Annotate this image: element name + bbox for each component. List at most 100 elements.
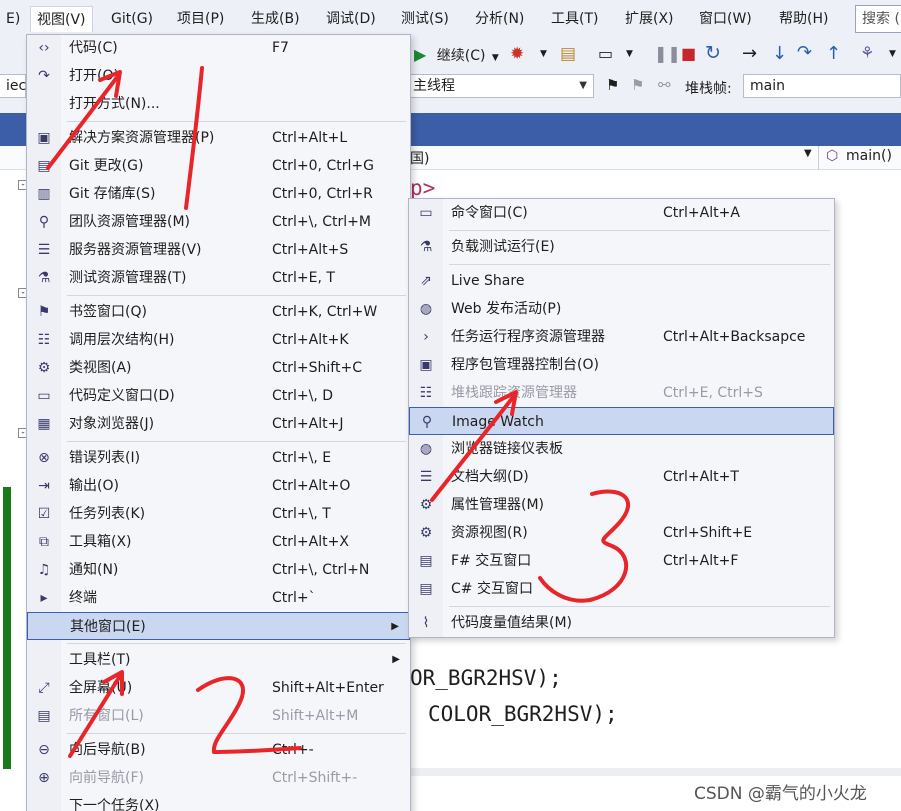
menu-item[interactable]: ▭ 命令窗口(C) Ctrl+Alt+A xyxy=(409,199,834,227)
menu-11[interactable]: 帮助(H) xyxy=(773,6,834,32)
menu-item[interactable]: ⊖ 向后导航(B) Ctrl+- xyxy=(27,736,410,764)
menu-item[interactable]: › 任务运行程序资源管理器 Ctrl+Alt+Backsapce xyxy=(409,323,834,351)
flag-icon[interactable]: ⚑ xyxy=(606,76,619,94)
menu-9[interactable]: 扩展(X) xyxy=(619,6,680,32)
horizontal-scrollbar[interactable] xyxy=(410,768,901,776)
search-box[interactable]: 搜索 ( xyxy=(855,5,901,33)
menu-item[interactable]: ⚗ 负载测试运行(E) xyxy=(409,233,834,261)
code-line: OR_BGR2HSV); xyxy=(410,666,562,690)
nav-function-combo[interactable]: main() xyxy=(846,148,892,164)
call-hierarchy-icon: ☷ xyxy=(37,332,51,348)
code-line: p> xyxy=(410,176,436,200)
pause-icon[interactable]: ❚❚ xyxy=(654,44,681,63)
menu-item[interactable]: ⌇ 代码度量值结果(M) xyxy=(409,609,834,637)
menu-1[interactable]: 视图(V) xyxy=(30,6,93,32)
menu-item-shortcut: Ctrl+\, D xyxy=(272,388,334,404)
stackframe-combo[interactable]: main xyxy=(743,74,901,98)
menu-item[interactable]: ♫ 通知(N) Ctrl+\, Ctrl+N xyxy=(27,556,410,584)
menu-item[interactable]: ◍ 浏览器链接仪表板 xyxy=(409,435,834,463)
layout-dropdown-icon[interactable]: ▼ xyxy=(626,49,633,59)
menu-item-label: 代码定义窗口(D) xyxy=(69,388,175,404)
continue-button[interactable]: ▶ 继续(C) ▼ xyxy=(414,45,499,65)
menu-item[interactable]: ⚲ Image Watch xyxy=(409,407,834,435)
menu-item[interactable]: ▤ 所有窗口(L) Shift+Alt+M xyxy=(27,702,410,730)
menu-item-label: 打开方式(N)... xyxy=(69,96,160,112)
toolbar-overflow-icon[interactable]: ▼ xyxy=(889,49,896,59)
command-window-icon: ▭ xyxy=(419,205,433,221)
menu-item[interactable]: ▤ F# 交互窗口 Ctrl+Alt+F xyxy=(409,547,834,575)
code-map-icon[interactable]: ⚘ xyxy=(860,43,874,62)
object-browser-icon: ▦ xyxy=(37,416,51,432)
code-definition-icon: ▭ xyxy=(37,388,51,404)
step-out-icon[interactable]: ↑ xyxy=(826,43,841,64)
fullscreen-icon: ⤢ xyxy=(38,680,50,696)
menu-item-shortcut: Ctrl+\, Ctrl+N xyxy=(272,562,370,578)
hot-reload-icon[interactable]: ✹ xyxy=(510,44,524,64)
menu-item[interactable]: ▭ 代码定义窗口(D) Ctrl+\, D xyxy=(27,382,410,410)
menu-item-label: 服务器资源管理器(V) xyxy=(69,242,202,258)
menu-item[interactable]: ↷ 打开(O) xyxy=(27,62,410,90)
menu-10[interactable]: 窗口(W) xyxy=(693,6,758,32)
menu-item[interactable]: 其他窗口(E) ▶ xyxy=(27,612,410,640)
menu-item[interactable]: ☰ 文档大纲(D) Ctrl+Alt+T xyxy=(409,463,834,491)
menu-item[interactable]: ⇗ Live Share xyxy=(409,267,834,295)
stop-icon[interactable]: ■ xyxy=(681,44,696,63)
menu-item[interactable]: 打开方式(N)... xyxy=(27,90,410,118)
hot-reload-dropdown-icon[interactable]: ▼ xyxy=(540,49,547,59)
menu-item[interactable]: ▤ C# 交互窗口 xyxy=(409,575,834,603)
menu-2[interactable]: Git(G) xyxy=(105,6,159,32)
live-share-icon: ⇗ xyxy=(420,273,432,289)
menu-item[interactable]: ◍ Web 发布活动(P) xyxy=(409,295,834,323)
task-runner-icon: › xyxy=(423,329,429,345)
menu-7[interactable]: 分析(N) xyxy=(469,6,530,32)
menu-item[interactable]: ⊗ 错误列表(I) Ctrl+\, E xyxy=(27,444,410,472)
menu-6[interactable]: 测试(S) xyxy=(395,6,455,32)
menu-3[interactable]: 项目(P) xyxy=(171,6,230,32)
menu-item[interactable]: ‹› 代码(C) F7 xyxy=(27,34,410,62)
flag-threads-icon[interactable]: ⚑ xyxy=(631,76,644,94)
menu-item[interactable]: 工具栏(T) ▶ xyxy=(27,646,410,674)
document-outline-icon: ☰ xyxy=(419,469,433,485)
menu-0[interactable]: E) xyxy=(0,6,26,32)
menu-item[interactable]: ⊕ 向前导航(F) Ctrl+Shift+- xyxy=(27,764,410,792)
menu-item[interactable]: ▦ 对象浏览器(J) Ctrl+Alt+J xyxy=(27,410,410,438)
menu-item[interactable]: ☷ 堆栈跟踪资源管理器 Ctrl+E, Ctrl+S xyxy=(409,379,834,407)
step-over-icon[interactable]: ↷ xyxy=(797,42,812,63)
menu-item[interactable]: ▣ 解决方案资源管理器(P) Ctrl+Alt+L xyxy=(27,124,410,152)
menu-item[interactable]: ⇥ 输出(O) Ctrl+Alt+O xyxy=(27,472,410,500)
menu-item[interactable]: ⚙ 属性管理器(M) xyxy=(409,491,834,519)
menu-item[interactable]: 下一个任务(X) xyxy=(27,792,410,811)
menu-item[interactable]: ☑ 任务列表(K) Ctrl+\, T xyxy=(27,500,410,528)
menu-item[interactable]: ☰ 服务器资源管理器(V) Ctrl+Alt+S xyxy=(27,236,410,264)
menu-5[interactable]: 调试(D) xyxy=(320,6,382,32)
chevron-down-icon[interactable]: ▼ xyxy=(804,148,812,159)
folder-icon[interactable]: ▤ xyxy=(560,44,576,64)
restart-icon[interactable]: ↻ xyxy=(705,42,721,64)
filter-icon[interactable]: ⚯ xyxy=(658,76,671,94)
menu-item[interactable]: ⚙ 资源视图(R) Ctrl+Shift+E xyxy=(409,519,834,547)
thread-combo[interactable]: 主线程 ▼ xyxy=(406,74,594,98)
menu-item[interactable]: ⤢ 全屏幕(U) Shift+Alt+Enter xyxy=(27,674,410,702)
menu-item[interactable]: ▤ Git 更改(G) Ctrl+0, Ctrl+G xyxy=(27,152,410,180)
load-test-icon: ⚗ xyxy=(419,239,433,255)
window-layout-icon[interactable]: ▭ xyxy=(598,44,613,63)
step-into-icon[interactable]: ↓ xyxy=(772,43,787,64)
menu-item[interactable]: ⚗ 测试资源管理器(T) Ctrl+E, T xyxy=(27,264,410,292)
menu-item-label: 错误列表(I) xyxy=(69,450,141,466)
show-next-statement-icon[interactable]: → xyxy=(742,43,757,64)
menu-item[interactable]: ⚑ 书签窗口(Q) Ctrl+K, Ctrl+W xyxy=(27,298,410,326)
menu-item-label: 终端 xyxy=(69,590,97,606)
menu-item[interactable]: ☷ 调用层次结构(H) Ctrl+Alt+K xyxy=(27,326,410,354)
menu-separator xyxy=(449,606,830,607)
menu-item[interactable]: ▸ 终端 Ctrl+` xyxy=(27,584,410,612)
menu-item-shortcut: Ctrl+E, T xyxy=(272,270,335,286)
menu-item[interactable]: ⚙ 类视图(A) Ctrl+Shift+C xyxy=(27,354,410,382)
menu-item[interactable]: ⚲ 团队资源管理器(M) Ctrl+\, Ctrl+M xyxy=(27,208,410,236)
menu-item-label: Live Share xyxy=(451,273,525,289)
project-combo[interactable]: iect xyxy=(0,74,32,98)
menu-8[interactable]: 工具(T) xyxy=(545,6,604,32)
menu-item[interactable]: ⧉ 工具箱(X) Ctrl+Alt+X xyxy=(27,528,410,556)
menu-4[interactable]: 生成(B) xyxy=(245,6,306,32)
menu-item[interactable]: ▥ Git 存储库(S) Ctrl+0, Ctrl+R xyxy=(27,180,410,208)
menu-item[interactable]: ▣ 程序包管理器控制台(O) xyxy=(409,351,834,379)
